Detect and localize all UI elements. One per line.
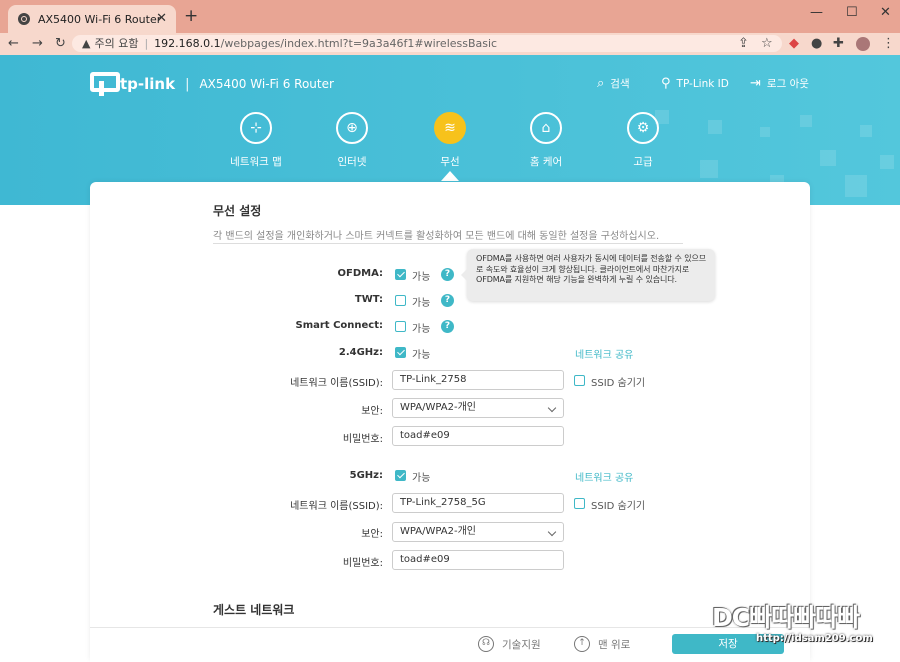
tab-favicon-icon (18, 13, 30, 25)
nav-advanced[interactable]: ⚙ 고급 (598, 112, 688, 169)
smart-connect-checkbox[interactable] (395, 321, 406, 332)
address-bar[interactable]: ▲ 주의 요함 | 192.168.0.1/webpages/index.html?t… (72, 35, 782, 52)
tab-close-icon[interactable]: ✕ (156, 11, 167, 26)
nav-network-map[interactable]: ⊹ 네트워크 맵 (211, 112, 301, 169)
search-button[interactable]: ⌕ 검색 (597, 76, 630, 91)
security-label: 주의 요함 (94, 37, 139, 50)
band24-security-label: 보안: (361, 406, 383, 417)
url-path: /webpages/index.html?t=9a3a46f1#wireless… (220, 37, 498, 50)
support-button[interactable]: ☊ 기술지원 (478, 636, 541, 652)
ofdma-label: OFDMA: (337, 268, 383, 279)
browser-tab[interactable]: AX5400 Wi-Fi 6 Router ✕ (8, 5, 176, 33)
nav-wireless[interactable]: ≋ 무선 (405, 112, 495, 169)
guest-network-title: 게스트 네트워크 (213, 603, 295, 617)
band5-hide-ssid-checkbox[interactable] (574, 498, 585, 509)
chevron-down-icon (547, 527, 557, 537)
band5-checkbox[interactable] (395, 470, 406, 481)
window-close-icon[interactable]: ✕ (880, 5, 891, 20)
band5-password-input[interactable]: toad#e09 (392, 550, 564, 570)
brand-name: tp-link (120, 75, 176, 93)
ofdma-checkbox[interactable] (395, 269, 406, 280)
band24-password-label: 비밀번호: (342, 434, 383, 445)
forward-icon[interactable]: → (32, 36, 43, 51)
chevron-down-icon (547, 403, 557, 413)
model-name: AX5400 Wi-Fi 6 Router (199, 77, 334, 91)
star-icon[interactable]: ☆ (761, 36, 773, 51)
band24-option: 가능 (412, 350, 431, 361)
ofdma-option: 가능 (412, 272, 431, 283)
band24-hide-ssid-label: SSID 숨기기 (591, 378, 646, 389)
band24-label: 2.4GHz: (338, 347, 383, 358)
band5-ssid-input[interactable]: TP-Link_2758_5G (392, 493, 564, 513)
section-title: 무선 설정 (213, 204, 262, 218)
band24-ssid-input[interactable]: TP-Link_2758 (392, 370, 564, 390)
band5-ssid-label: 네트워크 이름(SSID): (290, 501, 383, 512)
tab-title: AX5400 Wi-Fi 6 Router (38, 12, 162, 26)
save-button[interactable]: 저장 (672, 634, 784, 654)
share-icon[interactable]: ⇪ (738, 36, 749, 51)
band24-hide-ssid-checkbox[interactable] (574, 375, 585, 386)
tplink-logo: tp-link | AX5400 Wi-Fi 6 Router (88, 71, 334, 97)
active-nav-caret (441, 171, 459, 181)
url-host: 192.168.0.1 (154, 37, 221, 50)
warning-icon: ▲ (82, 37, 91, 50)
ofdma-help-icon[interactable]: ? (441, 268, 454, 281)
band24-password-input[interactable]: toad#e09 (392, 426, 564, 446)
band24-ssid-label: 네트워크 이름(SSID): (290, 378, 383, 389)
drive-extension-icon[interactable]: ◆ (789, 36, 799, 51)
user-icon: ⚲ (661, 76, 671, 91)
wifi-icon: ≋ (434, 112, 466, 144)
band5-security-select[interactable]: WPA/WPA2-개인 (392, 522, 564, 542)
new-tab-button[interactable]: + (184, 6, 198, 26)
search-icon: ⌕ (597, 76, 605, 91)
band5-security-label: 보안: (361, 529, 383, 540)
tplink-id-button[interactable]: ⚲ TP-Link ID (661, 76, 729, 91)
reload-icon[interactable]: ↻ (55, 36, 66, 51)
band5-option: 가능 (412, 473, 431, 484)
band24-security-select[interactable]: WPA/WPA2-개인 (392, 398, 564, 418)
gear-icon: ⚙ (627, 112, 659, 144)
ofdma-tooltip: OFDMA를 사용하면 여러 사용자가 동시에 데이터를 전송할 수 있으므로 … (461, 249, 715, 301)
twt-option: 가능 (412, 298, 431, 309)
smart-connect-label: Smart Connect: (295, 320, 384, 331)
nav-internet[interactable]: ⊕ 인터넷 (307, 112, 397, 169)
band5-hide-ssid-label: SSID 숨기기 (591, 501, 646, 512)
headset-icon: ☊ (478, 636, 494, 652)
logout-icon: ⇥ (750, 76, 761, 91)
home-care-icon: ⌂ (530, 112, 562, 144)
smart-connect-option: 가능 (412, 324, 431, 335)
back-to-top-button[interactable]: ↑ 맨 위로 (574, 636, 630, 652)
band24-share-link[interactable]: 네트워크 공유 (575, 346, 633, 361)
extension-icon[interactable]: ● (811, 36, 822, 51)
back-icon[interactable]: ← (8, 36, 19, 51)
nav-home-care[interactable]: ⌂ 홈 케어 (501, 112, 591, 169)
arrow-up-icon: ↑ (574, 636, 590, 652)
minimize-icon[interactable]: — (810, 5, 823, 20)
section-divider (213, 243, 683, 244)
maximize-icon[interactable]: ☐ (846, 5, 858, 20)
tplink-logo-icon (88, 71, 120, 97)
puzzle-icon[interactable]: ✚ (833, 36, 844, 51)
band24-checkbox[interactable] (395, 347, 406, 358)
menu-icon[interactable]: ⋮ (882, 36, 895, 51)
twt-label: TWT: (354, 294, 383, 305)
smart-connect-help-icon[interactable]: ? (441, 320, 454, 333)
network-map-icon: ⊹ (240, 112, 272, 144)
globe-icon: ⊕ (336, 112, 368, 144)
twt-help-icon[interactable]: ? (441, 294, 454, 307)
band5-label: 5GHz: (349, 470, 383, 481)
profile-avatar[interactable] (856, 37, 870, 51)
band5-share-link[interactable]: 네트워크 공유 (575, 469, 633, 484)
logout-button[interactable]: ⇥ 로그 아웃 (750, 76, 809, 91)
twt-checkbox[interactable] (395, 295, 406, 306)
section-description: 각 밴드의 설정을 개인화하거나 스마트 커넥트를 활성화하여 모든 밴드에 대… (213, 231, 660, 242)
band5-password-label: 비밀번호: (342, 558, 383, 569)
